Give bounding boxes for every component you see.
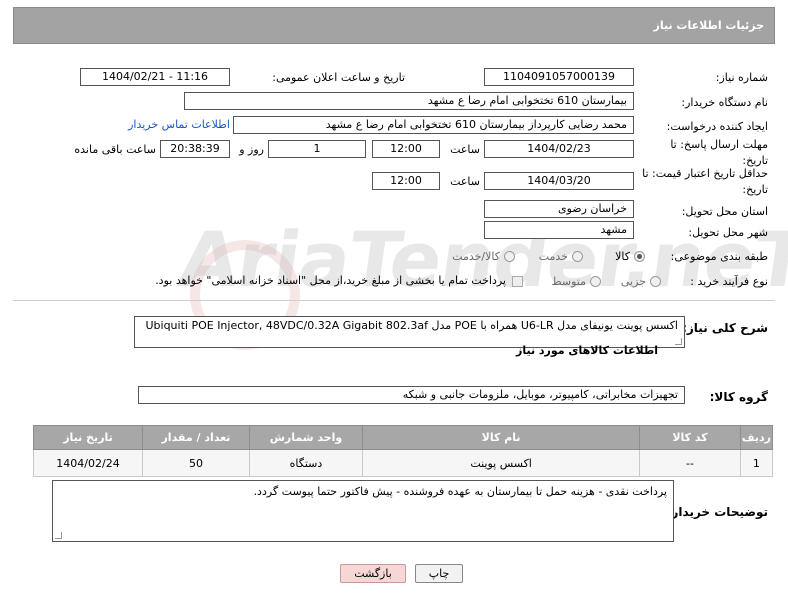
buyer-notes-field[interactable]: پرداخت نقدی - هزینه حمل تا بیمارستان به …	[52, 480, 674, 542]
days-field: 1	[268, 140, 366, 158]
goods-section-title: اطلاعات کالاهای مورد نیاز	[516, 344, 658, 357]
process-option-medium: متوسط	[551, 275, 586, 288]
panel-title: جزئیات اطلاعات نیاز	[653, 19, 765, 32]
price-deadline-label: حداقل تاریخ اعتبار قیمت: تا تاریخ:	[642, 167, 768, 196]
category-radio-service[interactable]	[572, 251, 583, 262]
province-label: استان محل تحویل:	[681, 205, 768, 218]
treasury-checkbox[interactable]	[512, 276, 523, 287]
panel-header: جزئیات اطلاعات نیاز	[13, 7, 775, 44]
reply-time-field: 12:00	[372, 140, 440, 158]
days-label: روز و	[239, 143, 264, 156]
description-text: اکسس پوینت یونیفای مدل U6-LR همراه با PO…	[145, 319, 678, 332]
reply-deadline-label: مهلت ارسال پاسخ: تا تاریخ:	[670, 138, 768, 167]
goods-group-field: تجهیزات مخابراتی، کامپیوتر، موبایل، ملزو…	[138, 386, 685, 404]
category-radio-goods-service[interactable]	[504, 251, 515, 262]
col-qty-header: تعداد / مقدار	[142, 425, 250, 450]
back-button[interactable]: بازگشت	[340, 564, 406, 583]
col-date-header: تاریخ نیاز	[32, 425, 144, 450]
price-time-field: 12:00	[372, 172, 440, 190]
reply-date-field: 1404/02/23	[484, 140, 634, 158]
cell-unit: دستگاه	[248, 449, 364, 477]
creator-label: ایجاد کننده درخواست:	[666, 120, 768, 133]
buyer-notes-label: توضیحات خریدار:	[666, 505, 768, 519]
col-name-header: نام کالا	[362, 425, 641, 450]
announce-label: تاریخ و ساعت اعلان عمومی:	[272, 71, 405, 84]
buyer-org-label: نام دستگاه خریدار:	[681, 96, 768, 109]
payment-note: پرداخت تمام یا بخشی از مبلغ خرید،از محل …	[155, 274, 506, 287]
buyer-org-field: بیمارستان 610 تختخوابی امام رضا ع مشهد	[184, 92, 634, 110]
cell-name: اکسس پوینت	[362, 449, 641, 477]
announce-field: 1404/02/21 - 11:16	[80, 68, 230, 86]
print-button[interactable]: چاپ	[415, 564, 463, 583]
process-option-minor: جزیی	[620, 275, 646, 288]
col-code-header: کد کالا	[639, 425, 741, 450]
cell-date: 1404/02/24	[32, 449, 144, 477]
process-radio-minor[interactable]	[650, 276, 661, 287]
city-field: مشهد	[484, 221, 634, 239]
category-option-goods-service: کالا/خدمت	[452, 250, 500, 263]
reply-time-label: ساعت	[450, 143, 480, 156]
description-label: شرح کلی نیاز:	[682, 321, 768, 335]
table-header-row: ردیف کد کالا نام کالا واحد شمارش تعداد /…	[32, 425, 774, 450]
goods-group-label: گروه کالا:	[709, 390, 768, 404]
category-radio-goods[interactable]	[634, 251, 645, 262]
price-date-field: 1404/03/20	[484, 172, 634, 190]
remaining-field: 20:38:39	[160, 140, 230, 158]
need-number-label: شماره نیاز:	[715, 71, 768, 84]
cell-code: --	[639, 449, 741, 477]
contact-buyer-link[interactable]: اطلاعات تماس خریدار	[124, 118, 230, 131]
cell-qty: 50	[142, 449, 250, 477]
price-time-label: ساعت	[450, 175, 480, 188]
col-unit-header: واحد شمارش	[248, 425, 364, 450]
col-row-header: ردیف	[739, 425, 774, 450]
category-option-service: خدمت	[538, 250, 568, 263]
city-label: شهر محل تحویل:	[688, 226, 768, 239]
process-radio-medium[interactable]	[590, 276, 601, 287]
remaining-label: ساعت باقی مانده	[74, 143, 156, 156]
cell-row: 1	[739, 449, 774, 477]
items-table: ردیف کد کالا نام کالا واحد شمارش تعداد /…	[32, 425, 774, 477]
table-row: 1 -- اکسس پوینت دستگاه 50 1404/02/24	[32, 449, 774, 477]
divider	[13, 300, 775, 301]
need-number-field: 1104091057000139	[484, 68, 634, 86]
buyer-notes-text: پرداخت نقدی - هزینه حمل تا بیمارستان به …	[253, 485, 667, 498]
creator-field: محمد رضایی کارپرداز بیمارستان 610 تختخوا…	[233, 116, 634, 134]
category-label: طبقه بندی موضوعی:	[670, 250, 768, 263]
resize-grip-icon[interactable]	[55, 532, 62, 539]
resize-grip-icon[interactable]	[675, 338, 682, 345]
province-field: خراسان رضوی	[484, 200, 634, 218]
process-label: نوع فرآیند خرید :	[690, 275, 768, 288]
category-option-goods: کالا	[615, 250, 630, 263]
